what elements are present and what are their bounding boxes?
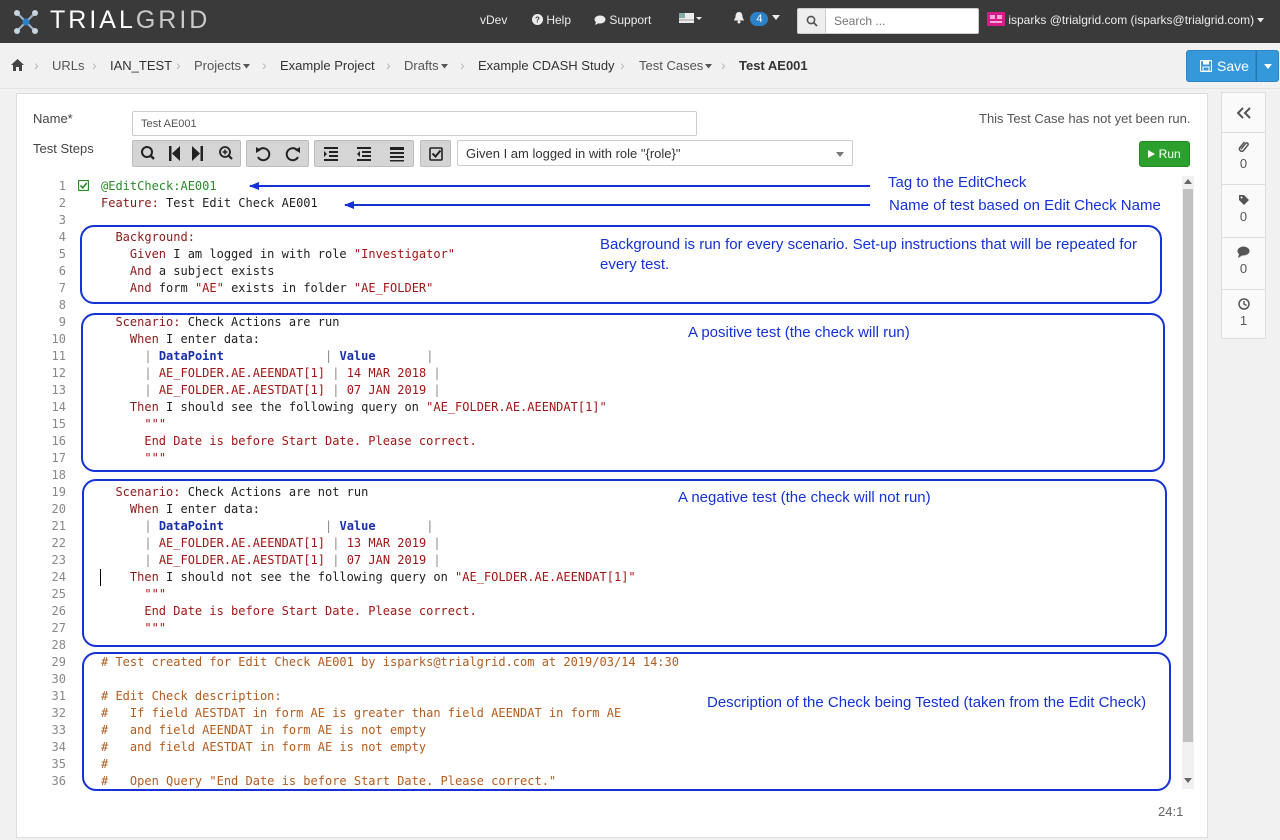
annotation-box-description	[82, 652, 1171, 791]
sidebar-history[interactable]: 1	[1222, 290, 1265, 339]
collapse-sidebar-button[interactable]	[1222, 93, 1265, 133]
attachments-count: 0	[1239, 156, 1248, 171]
annotation-description: Description of the Check being Tested (t…	[707, 694, 1147, 711]
tag-icon	[1239, 195, 1249, 205]
paperclip-icon	[1238, 141, 1249, 152]
comments-icon	[1237, 246, 1250, 258]
annotation-box-positive	[81, 313, 1165, 472]
double-chevron-left-icon	[1237, 107, 1251, 119]
clock-icon	[1238, 298, 1250, 310]
history-count: 1	[1239, 313, 1248, 328]
tags-count: 0	[1239, 209, 1248, 224]
sidebar-attachments[interactable]: 0	[1222, 133, 1265, 185]
annotation-box-negative	[82, 479, 1167, 647]
sidebar-comments[interactable]: 0	[1222, 238, 1265, 290]
right-sidebar: 0 0 0 1	[1221, 92, 1266, 339]
sidebar-tags[interactable]: 0	[1222, 185, 1265, 238]
annotation-positive: A positive test (the check will run)	[688, 324, 910, 341]
annotation-background: Background is run for every scenario. Se…	[600, 236, 1137, 273]
annotation-tag: Tag to the EditCheck	[888, 174, 1027, 191]
annotation-name: Name of test based on Edit Check Name	[889, 197, 1161, 214]
annotation-negative: A negative test (the check will not run)	[678, 489, 931, 506]
comments-count: 0	[1239, 261, 1248, 276]
